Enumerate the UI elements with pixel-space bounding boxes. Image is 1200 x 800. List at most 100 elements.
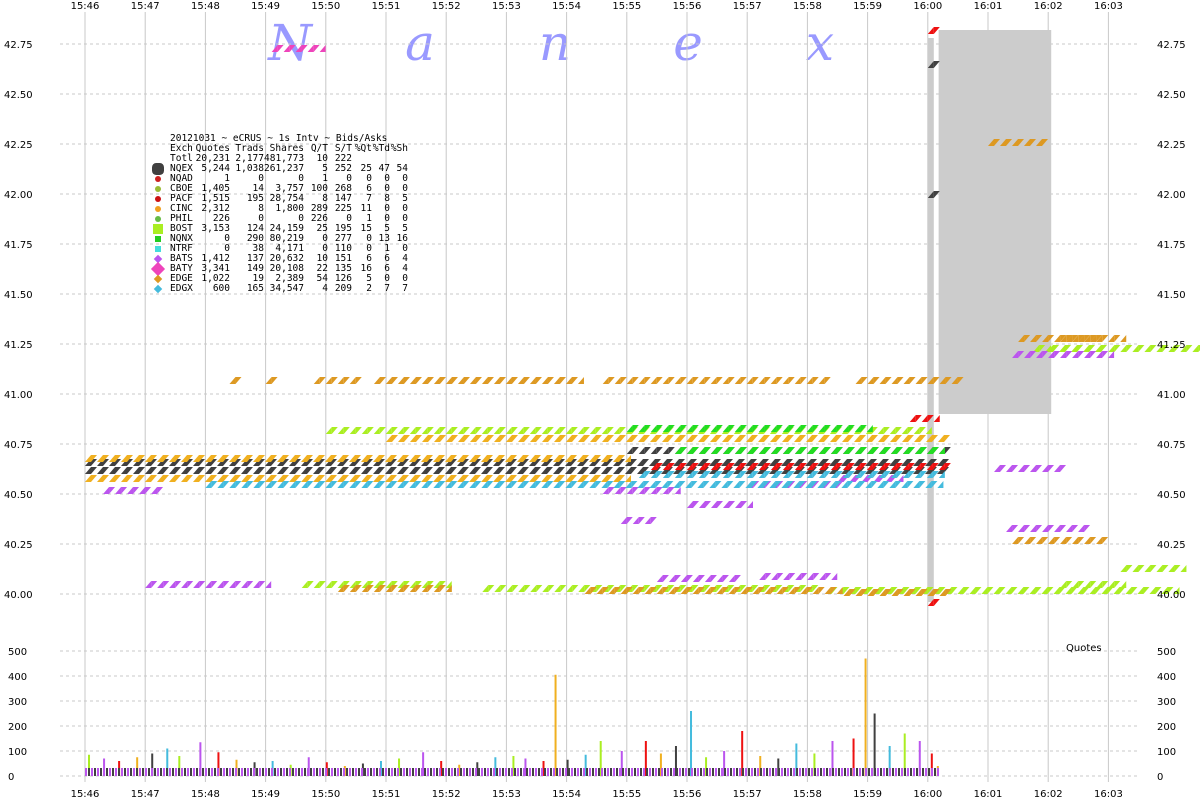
quote-marker xyxy=(397,467,403,474)
quote-count-bar xyxy=(364,768,366,776)
quote-marker xyxy=(247,467,253,474)
quote-marker xyxy=(319,377,326,384)
quote-marker xyxy=(655,481,662,488)
quote-marker xyxy=(1144,565,1151,572)
quote-count-bar xyxy=(424,768,426,776)
quote-count-bar xyxy=(397,768,399,776)
quote-marker xyxy=(457,427,464,434)
quote-marker xyxy=(313,581,320,588)
y-tick-label-right: 41.75 xyxy=(1157,240,1186,251)
quote-count-bar xyxy=(817,768,819,776)
quote-marker xyxy=(523,481,530,488)
quote-marker xyxy=(1186,345,1193,352)
quote-marker xyxy=(283,475,289,482)
quote-count-bar xyxy=(841,768,843,776)
quote-marker xyxy=(668,447,675,454)
quote-marker xyxy=(944,447,951,454)
quote-count-bar xyxy=(352,768,354,776)
legend-row-edgx: EDGX 600 165 34,547 4 209 2 7 7 xyxy=(146,284,408,294)
quote-count-bar xyxy=(916,768,918,776)
quote-count-bar xyxy=(775,768,777,776)
quote-marker xyxy=(548,435,554,442)
quote-count-bar xyxy=(694,768,696,776)
quote-marker xyxy=(800,377,807,384)
quote-marker xyxy=(349,427,356,434)
quote-marker xyxy=(650,425,657,432)
quote-count-bar xyxy=(673,768,675,776)
quote-marker xyxy=(547,481,554,488)
quote-count-bar xyxy=(751,768,753,776)
quote-marker xyxy=(127,487,134,494)
quote-marker xyxy=(1083,587,1090,594)
quote-marker xyxy=(145,487,152,494)
quote-marker xyxy=(818,587,825,594)
quote-marker xyxy=(517,481,524,488)
quote-marker xyxy=(181,467,187,474)
quote-marker xyxy=(415,377,422,384)
quote-count-bar xyxy=(802,768,804,776)
quote-marker xyxy=(625,455,631,462)
quote-count-bar xyxy=(565,768,567,776)
quote-marker xyxy=(163,581,170,588)
quote-marker xyxy=(223,475,229,482)
quote-marker xyxy=(824,587,831,594)
quote-count-bar xyxy=(835,768,837,776)
quote-count-bar xyxy=(805,768,807,776)
quote-marker xyxy=(193,475,199,482)
quote-count-bar xyxy=(511,768,513,776)
quote-count-bar xyxy=(334,768,336,776)
quote-count-bar xyxy=(679,768,681,776)
quote-marker xyxy=(644,377,651,384)
quote-marker xyxy=(415,481,422,488)
quote-marker xyxy=(175,467,181,474)
quote-marker xyxy=(577,377,584,384)
quote-marker xyxy=(871,481,878,488)
quote-count-bar xyxy=(763,768,765,776)
quote-marker xyxy=(637,467,643,474)
quote-marker xyxy=(85,467,91,474)
quote-marker xyxy=(463,481,470,488)
quote-count-bar xyxy=(124,768,126,776)
quote-marker xyxy=(613,427,620,434)
quote-marker xyxy=(247,581,254,588)
quote-marker xyxy=(673,481,680,488)
quote-marker xyxy=(541,455,547,462)
quote-marker xyxy=(169,475,175,482)
quote-count-bar xyxy=(220,768,222,776)
quote-count-bar xyxy=(439,768,441,776)
quote-marker xyxy=(817,481,824,488)
quote-marker xyxy=(601,475,607,482)
quote-marker xyxy=(403,481,410,488)
quote-marker xyxy=(1096,351,1103,358)
quote-marker xyxy=(699,501,705,508)
quote-count-bar xyxy=(871,768,873,776)
quote-count-bar xyxy=(139,768,141,776)
quote-marker xyxy=(541,475,547,482)
quote-marker xyxy=(229,467,235,474)
y-tick-label-right: 40.75 xyxy=(1157,440,1186,451)
quote-count-bar xyxy=(736,768,738,776)
x-tick-label-bottom: 15:52 xyxy=(432,789,461,800)
quote-marker xyxy=(235,377,242,384)
quote-count-bar xyxy=(655,768,657,776)
quote-marker xyxy=(553,467,559,474)
quote-marker xyxy=(355,377,362,384)
quote-marker xyxy=(139,467,145,474)
quote-marker xyxy=(415,467,421,474)
quote-marker xyxy=(1066,537,1073,544)
quote-marker xyxy=(759,573,766,580)
quote-marker xyxy=(638,425,645,432)
quote-marker xyxy=(1078,351,1085,358)
quote-marker xyxy=(319,45,326,52)
quote-marker xyxy=(541,427,548,434)
quote-marker xyxy=(379,377,386,384)
quote-marker xyxy=(721,481,728,488)
quote-marker xyxy=(637,459,643,466)
quote-marker xyxy=(921,377,928,384)
quote-marker xyxy=(793,481,800,488)
quote-count-bar xyxy=(373,768,375,776)
quote-marker xyxy=(1042,537,1049,544)
quote-count-bar xyxy=(136,768,138,776)
quote-marker xyxy=(337,377,344,384)
quote-count-bar xyxy=(535,768,537,776)
